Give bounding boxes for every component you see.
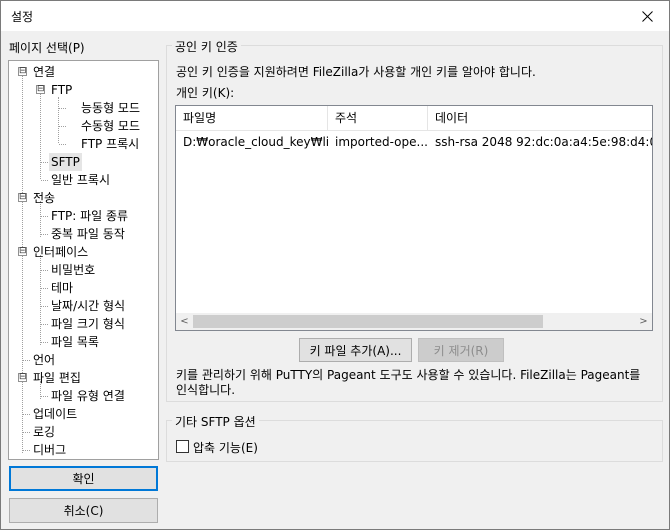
tree-line [23,360,30,361]
tree-item[interactable]: 테마 [49,279,75,297]
tree-item[interactable]: 로깅 [31,423,57,441]
page-select-label: 페이지 선택(P) [9,41,85,55]
tree-line [23,450,30,451]
title-bar: 설정 [1,1,669,31]
tree-expander-icon[interactable]: ⊟ [36,85,45,94]
tree-item[interactable]: 능동형 모드 [79,99,142,117]
compression-checkbox[interactable] [176,440,189,453]
tree-item[interactable]: 파일 편집 [31,369,83,387]
tree-item[interactable]: 비밀번호 [49,261,97,279]
other-sftp-group-title: 기타 SFTP 옵션 [172,413,259,430]
tree-line [23,432,30,433]
tree-item[interactable]: SFTP [49,153,82,171]
scroll-thumb[interactable] [193,315,543,328]
column-data[interactable]: 데이터 [428,106,652,131]
close-button[interactable] [625,1,669,31]
tree-expander-icon[interactable]: ⊟ [18,373,27,382]
pubkey-group-title: 공인 키 인증 [172,38,241,55]
compression-label[interactable]: 압축 기능(E) [193,439,258,456]
tree-item[interactable]: 언어 [31,351,57,369]
cell-filename: D:₩oracle_cloud_key₩lif... [183,135,328,149]
column-comment[interactable]: 주석 [328,106,428,131]
private-keys-label: 개인 키(K): [176,86,235,100]
tree-expander-icon[interactable]: ⊟ [18,67,27,76]
pageant-note: 키를 관리하기 위해 PuTTY의 Pageant 도구도 사용할 수 있습니다… [176,368,641,397]
tree-line [41,306,48,307]
tree-line [41,234,48,235]
tree-line [41,270,48,271]
add-key-file-button[interactable]: 키 파일 추가(A)... [299,338,412,362]
horizontal-scrollbar[interactable]: < > [176,313,652,330]
cell-data: ssh-rsa 2048 92:dc:0a:a4:5e:98:d4:0e:49 [435,135,652,149]
tree-line [41,324,48,325]
close-icon [641,10,653,22]
tree-item[interactable]: FTP [49,81,74,99]
tree-line [22,75,23,453]
tree-line [59,108,66,109]
tree-item[interactable]: FTP: 파일 종류 [49,207,130,225]
settings-dialog: 설정 페이지 선택(P) ⊟ 연결 ⊟ FTP 능동형 모드 수동형 모드 FTP 프록시 S… [0,0,670,530]
tree-line [40,93,41,179]
scroll-right-icon[interactable]: > [635,313,652,330]
tree-expander-icon[interactable]: ⊟ [18,247,27,256]
column-filename[interactable]: 파일명 [176,106,328,131]
tree-item[interactable]: 디버그 [31,441,68,459]
settings-tree[interactable]: ⊟ 연결 ⊟ FTP 능동형 모드 수동형 모드 FTP 프록시 SFTP 일반 프록시 ⊟ 전송 F… [8,60,159,460]
tree-line [41,216,48,217]
remove-key-button[interactable]: 키 제거(R) [418,338,504,362]
tree-line [41,180,48,181]
tree-item[interactable]: 전송 [31,189,57,207]
private-keys-list[interactable]: 파일명 주석 데이터 D:₩oracle_cloud_key₩lif... im… [175,105,653,331]
ok-button[interactable]: 확인 [9,466,158,491]
tree-item[interactable]: 수동형 모드 [79,117,142,135]
tree-item[interactable]: 업데이트 [31,405,79,423]
tree-line [41,162,48,163]
tree-item[interactable]: 파일 크기 형식 [49,315,127,333]
list-header: 파일명 주석 데이터 [176,106,652,131]
tree-line [23,414,30,415]
window-title: 설정 [11,10,34,24]
cancel-button[interactable]: 취소(C) [9,498,158,523]
tree-line [41,342,48,343]
tree-item[interactable]: 파일 유형 연결 [49,387,127,405]
scroll-left-icon[interactable]: < [176,313,193,330]
cell-comment: imported-ope... [335,135,428,149]
tree-item[interactable]: 파일 목록 [49,333,101,351]
tree-expander-icon[interactable]: ⊟ [18,193,27,202]
table-row[interactable]: D:₩oracle_cloud_key₩lif... imported-ope.… [176,132,652,152]
pubkey-description: 공인 키 인증을 지원하려면 FileZilla가 사용할 개인 키를 알아야 … [176,65,536,79]
tree-item[interactable]: 인터페이스 [31,243,90,261]
tree-line [59,126,66,127]
tree-item[interactable]: 날짜/시간 형식 [49,297,127,315]
tree-item[interactable]: 중복 파일 동작 [49,225,127,243]
tree-line [59,144,66,145]
tree-line [40,255,41,345]
tree-item[interactable]: FTP 프록시 [79,135,141,153]
tree-line [41,288,48,289]
tree-line [58,97,59,143]
tree-item[interactable]: 일반 프록시 [49,171,112,189]
tree-item[interactable]: 연결 [31,63,57,81]
tree-line [41,396,48,397]
